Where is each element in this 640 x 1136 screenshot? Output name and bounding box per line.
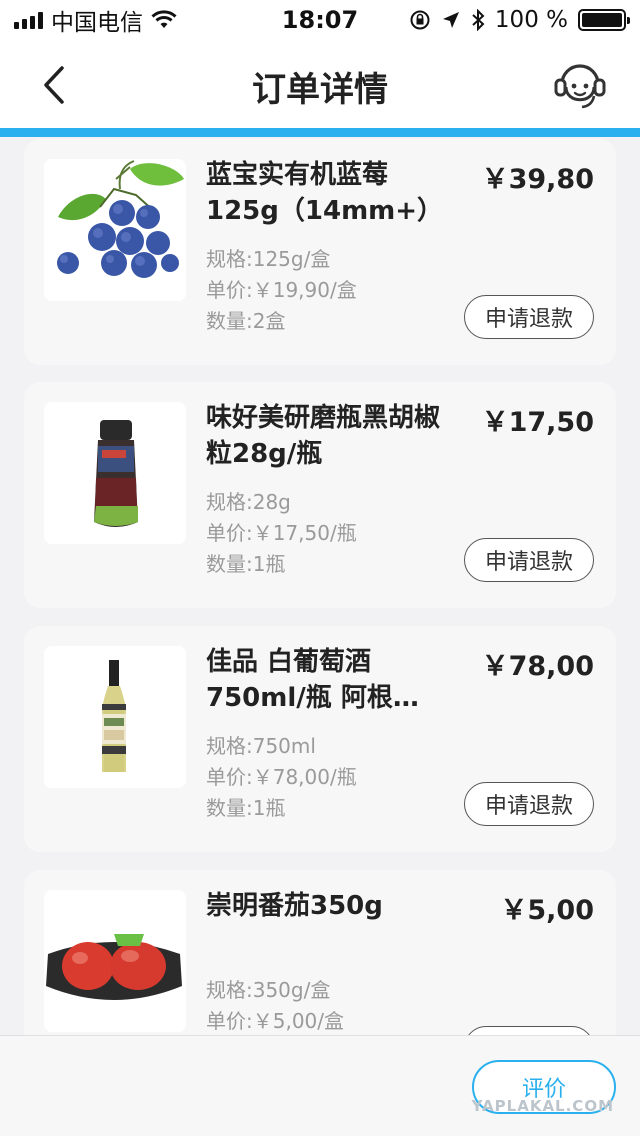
- product-image-white-wine-bottle: [44, 646, 186, 788]
- customer-service-icon: [554, 64, 606, 109]
- product-unit-price: 单价:￥19,90/盒: [206, 278, 357, 302]
- product-image-tomatoes-pack: [44, 890, 186, 1032]
- product-name[interactable]: 蓝宝实有机蓝莓125g（14mm+）: [206, 157, 443, 229]
- product-quantity: 数量:2盒: [206, 309, 286, 333]
- order-item-card: 蓝宝实有机蓝莓125g（14mm+） ￥39,80 规格:125g/盒 单价:￥…: [24, 139, 616, 365]
- orientation-lock-icon: [410, 10, 430, 30]
- product-price: ￥78,00: [481, 651, 594, 682]
- carrier-label: 中国电信: [51, 10, 143, 36]
- order-item-card: 味好美研磨瓶黑胡椒粒28g/瓶 ￥17,50 规格:28g 单价:￥17,50/…: [24, 382, 616, 608]
- request-refund-button[interactable]: 申请退款: [464, 538, 594, 582]
- product-name[interactable]: 味好美研磨瓶黑胡椒粒28g/瓶: [206, 400, 442, 472]
- product-spec: 规格:125g/盒: [206, 247, 331, 271]
- product-unit-price: 单价:￥17,50/瓶: [206, 521, 357, 545]
- watermark: YAPLAKAL.COM: [471, 1097, 614, 1115]
- bottom-action-bar: 评价: [0, 1035, 640, 1136]
- product-price: ￥5,00: [500, 895, 594, 926]
- battery-level-fill: [582, 13, 622, 27]
- accent-divider: [0, 128, 640, 137]
- status-left: 中国电信: [14, 3, 177, 37]
- order-items-list[interactable]: 蓝宝实有机蓝莓125g（14mm+） ￥39,80 规格:125g/盒 单价:￥…: [0, 137, 640, 1035]
- wifi-icon: [151, 10, 177, 28]
- product-spec: 规格:750ml: [206, 734, 316, 758]
- nav-bar: 订单详情: [0, 40, 640, 128]
- cellular-signal-icon: [14, 11, 43, 29]
- product-quantity: 数量:1瓶: [206, 796, 286, 820]
- bluetooth-icon: [472, 9, 485, 31]
- product-price: ￥17,50: [481, 407, 594, 438]
- product-price: ￥39,80: [481, 164, 594, 195]
- battery-percent: 100 %: [494, 7, 568, 33]
- request-refund-button[interactable]: 申请退款: [464, 782, 594, 826]
- product-quantity: 数量:1瓶: [206, 552, 286, 576]
- product-spec: 规格:350g/盒: [206, 978, 331, 1002]
- page-title: 订单详情: [252, 70, 388, 110]
- product-name[interactable]: 佳品 白葡萄酒750ml/瓶 阿根…: [206, 644, 442, 716]
- status-right: 100 %: [409, 7, 630, 33]
- battery-icon: [578, 9, 630, 31]
- customer-service-button[interactable]: [550, 54, 610, 114]
- product-name[interactable]: 崇明番茄350g: [206, 888, 442, 924]
- order-item-card: 佳品 白葡萄酒750ml/瓶 阿根… ￥78,00 规格:750ml 单价:￥7…: [24, 626, 616, 852]
- status-bar: 中国电信 18:07 100 %: [0, 0, 640, 40]
- product-image-pepper-grinder: [44, 402, 186, 544]
- product-spec: 规格:28g: [206, 490, 291, 514]
- product-unit-price: 单价:￥5,00/盒: [206, 1009, 345, 1033]
- request-refund-button[interactable]: [464, 1026, 594, 1035]
- request-refund-button[interactable]: 申请退款: [464, 295, 594, 339]
- product-image-blueberries: [44, 159, 186, 301]
- location-arrow-icon: [442, 12, 459, 28]
- order-item-card: 崇明番茄350g ￥5,00 规格:350g/盒 单价:￥5,00/盒: [24, 870, 616, 1035]
- product-unit-price: 单价:￥78,00/瓶: [206, 765, 357, 789]
